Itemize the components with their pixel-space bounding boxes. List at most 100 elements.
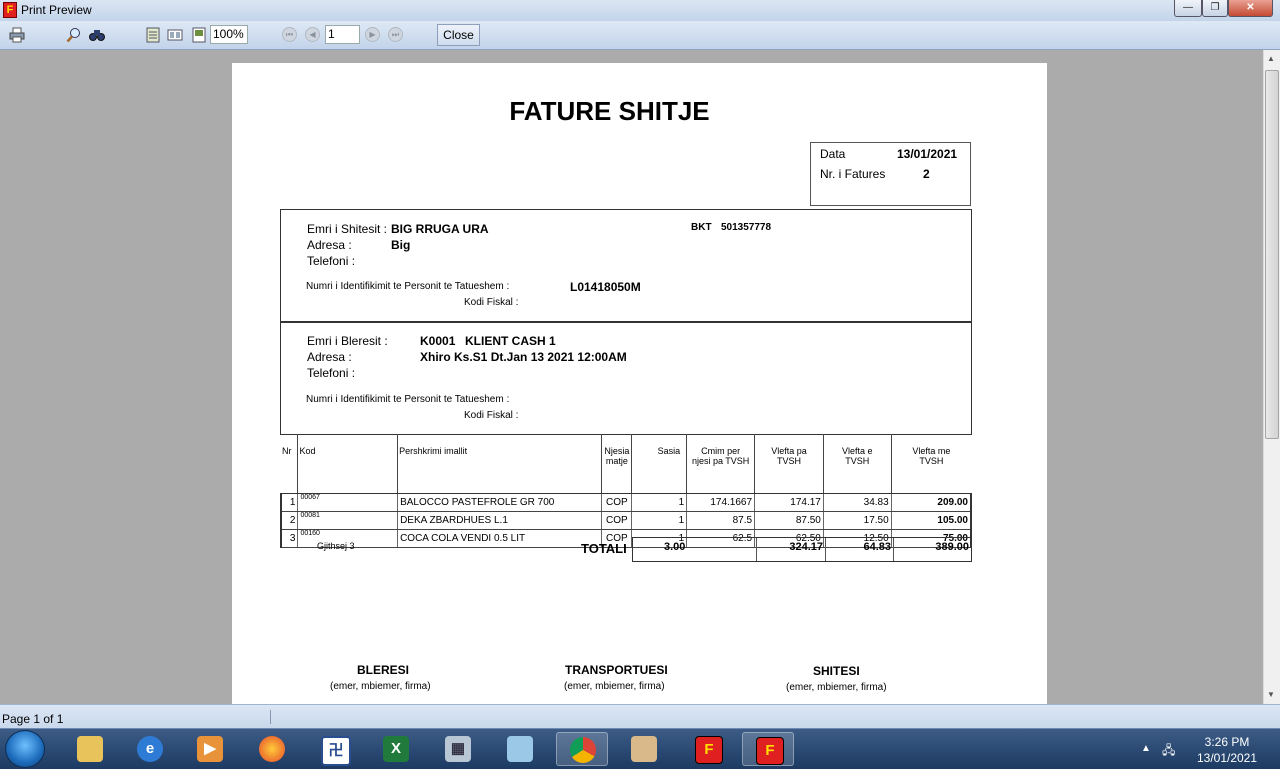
invoice-app-taskbar-button[interactable]: F <box>682 732 734 766</box>
calculator-taskbar-button[interactable]: ▦ <box>432 732 484 766</box>
last-page-button[interactable]: ⏭ <box>388 27 403 42</box>
signature-transporter-sub: (emer, mbiemer, firma) <box>564 681 665 692</box>
excel-taskbar-button[interactable]: X <box>370 732 422 766</box>
page-setup-icon[interactable] <box>191 27 207 43</box>
seller-nipt-label: Numri i Identifikimit te Personit te Tat… <box>306 281 510 292</box>
row-unit-price: 174.1667 <box>686 493 755 512</box>
items-table: Nr Kod Pershkrimi imallit Njesia matje Sa… <box>280 434 972 548</box>
clock-time: 3:26 PM <box>1204 735 1250 749</box>
col-vat-value: Vlefta e TVSH <box>822 434 892 494</box>
first-page-button[interactable]: ⏮ <box>282 27 297 42</box>
seller-fiscal-label: Kodi Fiskal : <box>464 297 519 308</box>
chrome-icon <box>570 737 596 763</box>
row-qty: 1 <box>631 493 687 512</box>
buyer-name-label: Emri i Bleresit : <box>307 334 388 348</box>
network-icon[interactable]: 🖧 <box>1162 741 1175 762</box>
previous-page-button[interactable]: ◀ <box>305 27 320 42</box>
scroll-up-icon[interactable]: ▲ <box>1267 54 1275 63</box>
close-window-button[interactable]: ✕ <box>1228 0 1273 17</box>
taskbar: e ▶ 卍 X ▦ F F ▲ 🖧 3:26 PM 13/01/2021 <box>0 728 1280 769</box>
buyer-fiscal-label: Kodi Fiskal : <box>464 410 519 421</box>
minimize-button[interactable]: — <box>1174 0 1202 17</box>
show-hidden-icons[interactable]: ▲ <box>1141 743 1151 754</box>
page-number-input[interactable]: 1 <box>325 25 360 44</box>
invoice-title: FATURE SHITJE <box>509 96 710 126</box>
seller-bank-label: BKT <box>691 222 712 233</box>
row-net-value: 174.17 <box>754 493 824 512</box>
seller-name-value: BIG RRUGA URA <box>391 222 489 236</box>
vertical-scrollbar[interactable]: ▲ ▼ <box>1263 50 1280 704</box>
notes-taskbar-button[interactable] <box>494 732 546 766</box>
preview-toolbar: 100% ⏮ ◀ 1 ▶ ⏭ Close <box>0 21 1280 50</box>
total-gross: 389.00 <box>893 538 971 561</box>
scroll-thumb[interactable] <box>1265 70 1279 439</box>
row-description: BALOCCO PASTEFROLE GR 700 <box>397 493 602 512</box>
explorer-taskbar-button[interactable] <box>64 732 116 766</box>
invoice-app-icon: F <box>756 737 784 765</box>
col-unit-price: Cmim per njesi pa TVSH <box>686 434 755 494</box>
signature-buyer-title: BLERESI <box>357 663 410 677</box>
total-qty: 3.00 <box>664 541 686 553</box>
buyer-code-value: K0001 <box>420 334 456 348</box>
title-bar: F Print Preview — ❐ ✕ <box>0 0 1280 22</box>
row-vat-value: 34.83 <box>822 493 892 512</box>
invoice-app-active-taskbar-button[interactable]: F <box>742 732 794 766</box>
invoice-app-icon: F <box>695 736 723 764</box>
col-qty: Sasia <box>631 434 687 494</box>
clock-date: 13/01/2021 <box>1196 751 1258 765</box>
folder-icon <box>77 736 103 762</box>
ie-taskbar-button[interactable]: e <box>124 732 176 766</box>
seller-bank-value: 501357778 <box>721 222 772 233</box>
find-icon[interactable] <box>89 27 105 43</box>
notepad-icon <box>507 736 533 762</box>
system-clock[interactable]: 3:26 PM 13/01/2021 <box>1192 734 1262 766</box>
row-unit: COP <box>601 493 632 512</box>
seller-name-label: Emri i Shitesit : <box>307 222 388 236</box>
next-page-button[interactable]: ▶ <box>365 27 380 42</box>
firefox-taskbar-button[interactable] <box>246 732 298 766</box>
zoom-select[interactable]: 100% <box>210 25 248 44</box>
row-nr: 1 <box>280 493 298 512</box>
date-value: 13/01/2021 <box>897 147 958 161</box>
seller-nipt-value: L01418050M <box>570 280 641 294</box>
signature-buyer-sub: (emer, mbiemer, firma) <box>330 681 431 692</box>
total-vat: 64.83 <box>825 538 893 561</box>
chrome-taskbar-button[interactable] <box>556 732 608 766</box>
maximize-button[interactable]: ❐ <box>1202 0 1228 17</box>
row-description: DEKA ZBARDHUES L.1 <box>397 511 602 530</box>
multi-page-icon[interactable] <box>167 27 183 43</box>
buyer-address-value: Xhiro Ks.S1 Dt.Jan 13 2021 12:00AM <box>420 350 627 364</box>
row-code: 00081 <box>297 511 398 530</box>
scroll-down-icon[interactable]: ▼ <box>1267 690 1275 699</box>
invoice-number-label: Nr. i Fatures <box>820 167 886 181</box>
row-vat-value: 17.50 <box>822 511 892 530</box>
print-icon[interactable] <box>9 27 25 43</box>
calculator-icon: ▦ <box>445 736 471 762</box>
col-unit: Njesia matje <box>601 434 632 494</box>
media-player-icon: ▶ <box>197 736 223 762</box>
totals-row: 3.00 324.17 64.83 389.00 <box>632 537 972 562</box>
seller-section: Emri i Shitesit : BIG RRUGA URA BKT 5013… <box>280 209 972 323</box>
row-gross-value: 209.00 <box>890 493 972 512</box>
preview-area[interactable]: FATURE SHITJE Data 13/01/2021 Nr. i Fatu… <box>0 50 1263 704</box>
maze-app-icon: 卍 <box>321 736 351 766</box>
buyer-section: Emri i Bleresit : K0001 KLIENT CASH 1 Ad… <box>280 321 972 435</box>
paint-taskbar-button[interactable] <box>618 732 670 766</box>
app-taskbar-button[interactable]: 卍 <box>308 732 360 766</box>
status-separator <box>270 710 271 724</box>
row-gross-value: 105.00 <box>890 511 972 530</box>
zoom-icon[interactable] <box>66 27 82 43</box>
start-button[interactable] <box>5 730 45 768</box>
totals-label: TOTALI <box>581 541 627 556</box>
close-preview-button[interactable]: Close <box>437 24 480 46</box>
paint-palette-icon <box>631 736 657 762</box>
buyer-name-value: KLIENT CASH 1 <box>465 334 556 348</box>
one-page-icon[interactable] <box>145 27 161 43</box>
col-description: Pershkrimi imallit <box>397 434 602 494</box>
row-unit-price: 87.5 <box>686 511 755 530</box>
col-net-value: Vlefta pa TVSH <box>754 434 824 494</box>
media-player-taskbar-button[interactable]: ▶ <box>184 732 236 766</box>
row-description: COCA COLA VENDI 0.5 LIT <box>397 529 602 548</box>
internet-explorer-icon: e <box>137 736 163 762</box>
buyer-address-label: Adresa : <box>307 350 352 364</box>
